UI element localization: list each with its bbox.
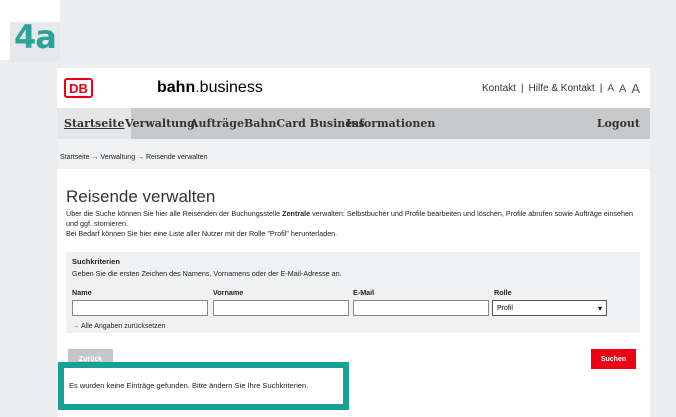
nav-item-auftraege[interactable]: Aufträge bbox=[190, 108, 244, 139]
search-criteria-box: Suchkriterien Geben Sie die ersten Zeich… bbox=[66, 252, 640, 333]
separator: | bbox=[599, 83, 603, 94]
main-nav: Startseite Verwaltung Aufträge BahnCard … bbox=[57, 108, 650, 139]
label-email: E-Mail bbox=[353, 288, 375, 297]
logout-link[interactable]: Logout bbox=[597, 108, 640, 139]
search-button[interactable]: Suchen bbox=[591, 349, 636, 369]
brand-bold: bahn bbox=[157, 79, 196, 96]
step-label: 4a bbox=[14, 18, 57, 56]
no-results-message: Es wurden keine Einträge gefunden. Bitte… bbox=[69, 381, 309, 390]
chevron-down-icon: ▾ bbox=[597, 303, 602, 313]
reset-label: Alle Angaben zurücksetzen bbox=[81, 323, 166, 330]
role-selected-value: Profil bbox=[497, 304, 513, 312]
search-criteria-hint: Geben Sie die ersten Zeichen des Namens,… bbox=[72, 269, 342, 278]
arrow-right-icon: → bbox=[72, 323, 79, 330]
intro-part1: Über die Suche können Sie hier alle Reis… bbox=[66, 209, 283, 218]
font-size-small[interactable]: A bbox=[607, 83, 614, 94]
label-rolle: Rolle bbox=[494, 288, 512, 297]
brand-wordmark: bahn.business bbox=[157, 79, 263, 97]
no-results-message-box: Es wurden keine Einträge gefunden. Bitte… bbox=[58, 362, 349, 410]
name-input[interactable] bbox=[72, 300, 208, 316]
breadcrumb[interactable]: Startseite → Verwaltung → Reisende verwa… bbox=[60, 154, 207, 161]
page-title: Reisende verwalten bbox=[66, 187, 216, 206]
brand-rest: business bbox=[199, 79, 263, 96]
intro-bold: Zentrale bbox=[282, 209, 311, 218]
font-size-large[interactable]: A bbox=[631, 81, 640, 96]
db-logo[interactable]: DB bbox=[64, 78, 93, 98]
separator: | bbox=[520, 83, 524, 94]
header-links: Kontakt | Hilfe & Kontakt | A A A bbox=[482, 81, 640, 96]
nav-item-informationen[interactable]: Informationen bbox=[346, 108, 435, 139]
nav-item-startseite[interactable]: Startseite bbox=[57, 108, 132, 139]
intro-text: Über die Suche können Sie hier alle Reis… bbox=[66, 209, 646, 239]
intro-line2: Bei Bedarf können Sie hier eine Liste al… bbox=[66, 229, 338, 238]
help-contact-link[interactable]: Hilfe & Kontakt bbox=[529, 83, 595, 94]
label-name: Name bbox=[72, 288, 92, 297]
vorname-input[interactable] bbox=[213, 300, 349, 316]
nav-item-verwaltung[interactable]: Verwaltung bbox=[125, 108, 195, 139]
font-size-medium[interactable]: A bbox=[619, 83, 626, 95]
search-criteria-title: Suchkriterien bbox=[72, 257, 120, 266]
role-select[interactable]: Profil ▾ bbox=[492, 300, 607, 316]
contact-link[interactable]: Kontakt bbox=[482, 83, 516, 94]
header: DB bahn.business Kontakt | Hilfe & Konta… bbox=[57, 68, 650, 108]
reset-link[interactable]: → Alle Angaben zurücksetzen bbox=[72, 323, 165, 330]
email-input[interactable] bbox=[353, 300, 489, 316]
label-vorname: Vorname bbox=[213, 288, 244, 297]
